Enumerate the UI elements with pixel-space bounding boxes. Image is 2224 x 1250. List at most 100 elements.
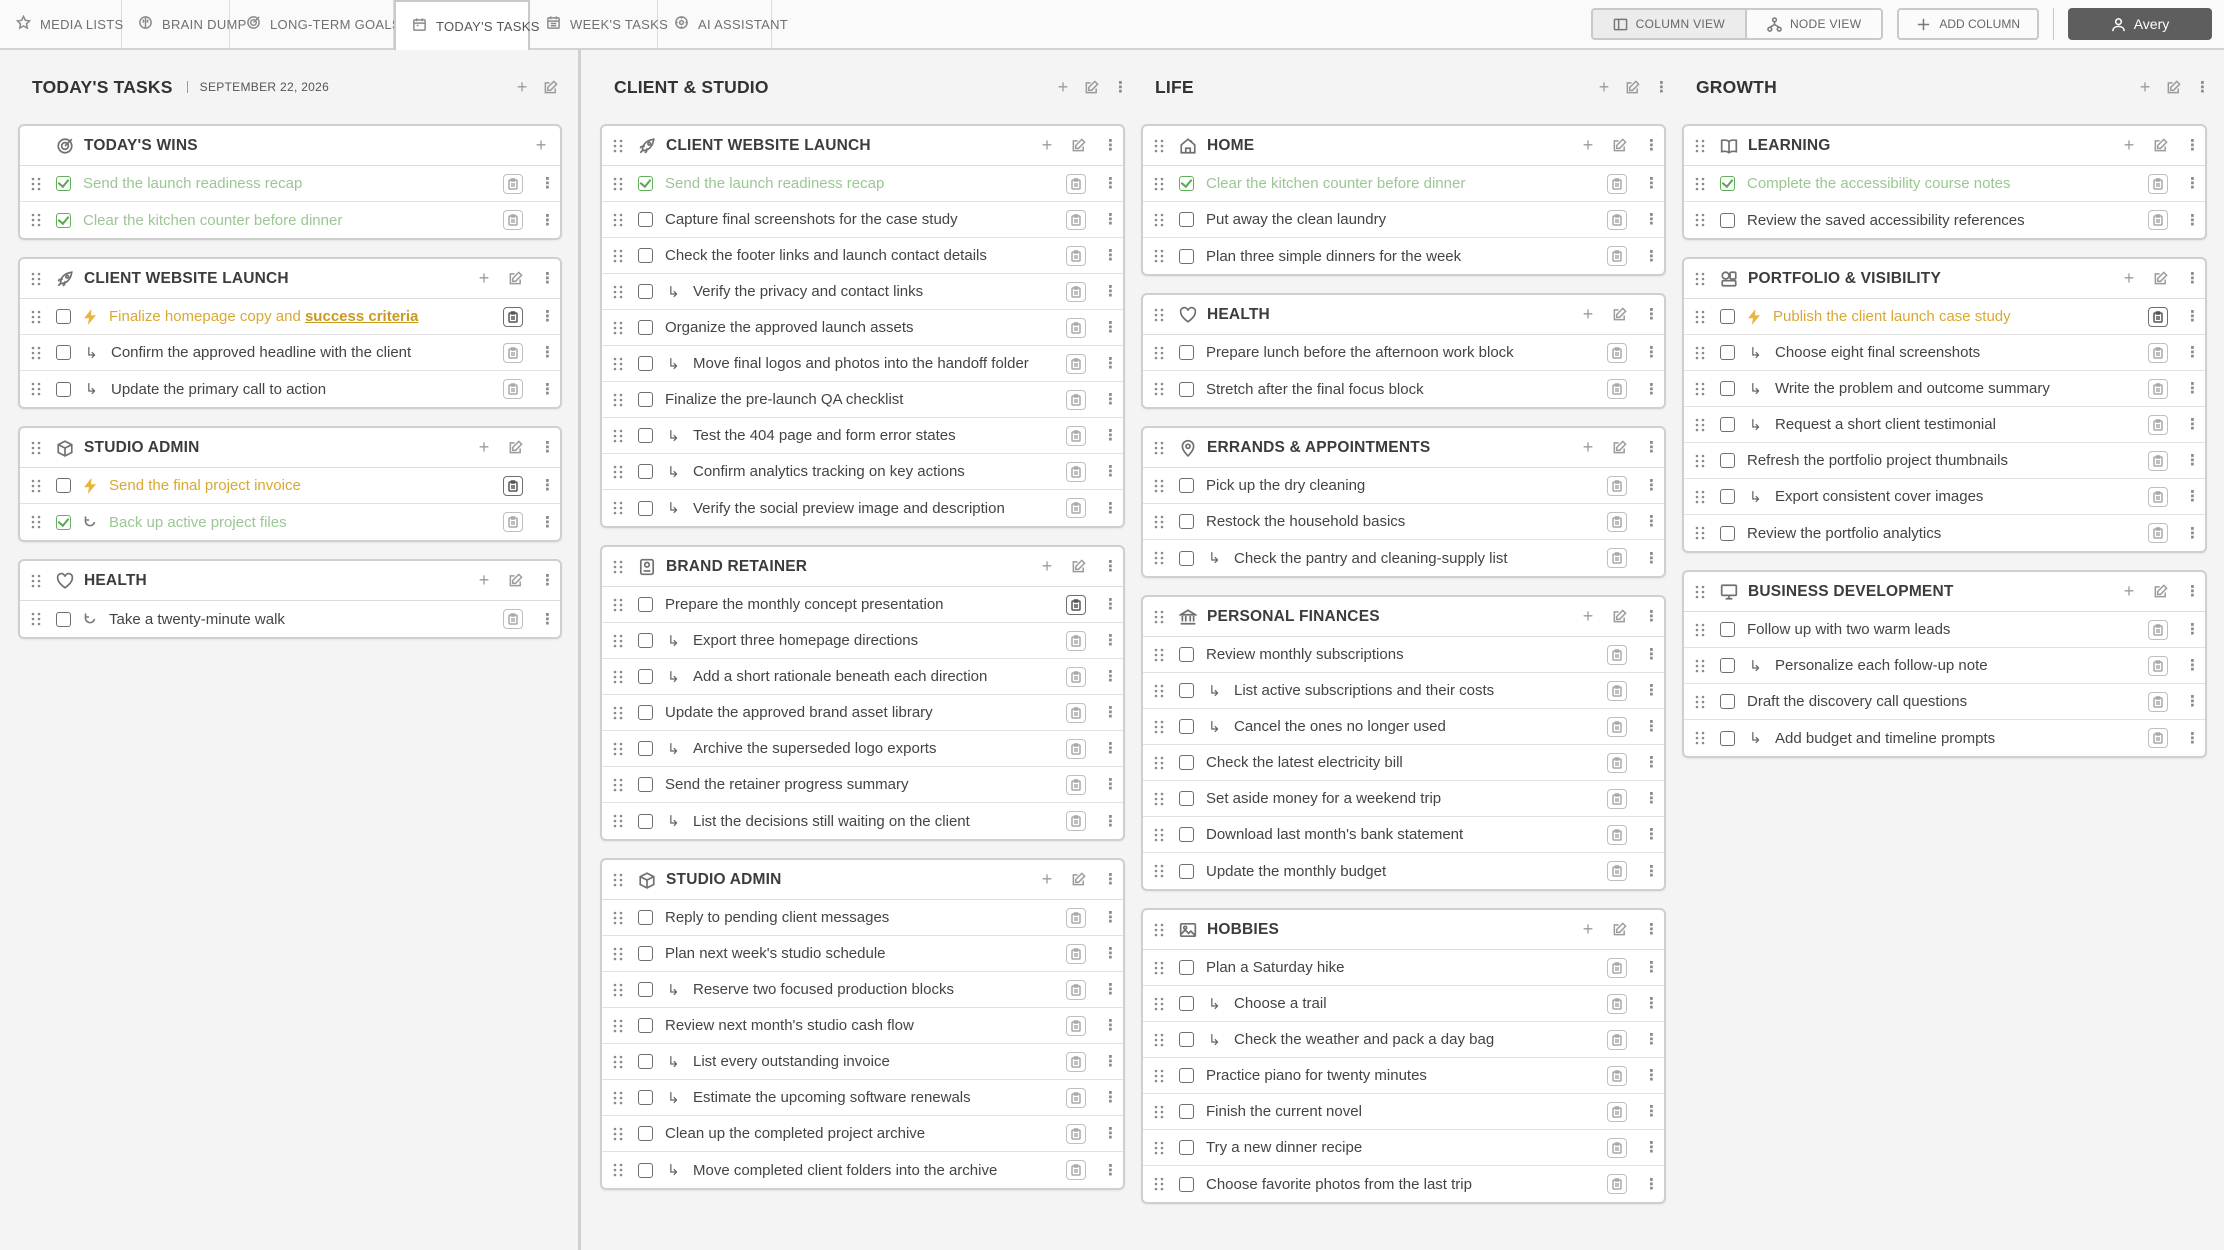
task-checkbox[interactable] xyxy=(638,1090,653,1105)
task-checkbox[interactable] xyxy=(56,212,71,228)
edit-icon[interactable] xyxy=(1071,872,1086,887)
more-options-icon[interactable]: ⋮ xyxy=(1113,80,1128,95)
clipboard-icon[interactable] xyxy=(1066,943,1086,964)
clipboard-icon[interactable] xyxy=(1066,594,1086,615)
task-checkbox[interactable] xyxy=(638,705,653,720)
more-options-icon[interactable]: ⋮ xyxy=(1644,609,1659,624)
clipboard-icon[interactable] xyxy=(2148,414,2168,435)
drag-handle-icon[interactable] xyxy=(612,598,624,612)
more-options-icon[interactable]: ⋮ xyxy=(540,573,555,588)
drag-handle-icon[interactable] xyxy=(1694,695,1706,709)
clipboard-icon[interactable] xyxy=(1066,1087,1086,1108)
task-checkbox[interactable] xyxy=(638,320,653,335)
more-options-icon[interactable]: ⋮ xyxy=(1644,212,1659,227)
more-options-icon[interactable]: ⋮ xyxy=(1644,551,1659,566)
more-options-icon[interactable]: ⋮ xyxy=(1644,755,1659,770)
task-checkbox[interactable] xyxy=(1720,381,1735,396)
task-checkbox[interactable] xyxy=(1179,996,1194,1011)
drag-handle-icon[interactable] xyxy=(1153,610,1165,624)
task-checkbox[interactable] xyxy=(1179,863,1194,879)
clipboard-icon[interactable] xyxy=(1607,1065,1627,1086)
more-options-icon[interactable]: ⋮ xyxy=(1103,1090,1118,1105)
task-checkbox[interactable] xyxy=(1720,658,1735,673)
more-options-icon[interactable]: ⋮ xyxy=(1644,1068,1659,1083)
more-options-icon[interactable]: ⋮ xyxy=(1644,996,1659,1011)
user-menu-button[interactable]: Avery xyxy=(2068,8,2212,40)
more-options-icon[interactable]: ⋮ xyxy=(1103,669,1118,684)
more-options-icon[interactable]: ⋮ xyxy=(2185,584,2200,599)
more-options-icon[interactable]: ⋮ xyxy=(1103,946,1118,961)
drag-handle-icon[interactable] xyxy=(30,346,42,360)
edit-icon[interactable] xyxy=(1612,138,1627,153)
more-options-icon[interactable]: ⋮ xyxy=(1103,559,1118,574)
task-checkbox[interactable] xyxy=(638,212,653,227)
edit-icon[interactable] xyxy=(2166,79,2181,95)
task-text[interactable]: Prepare the monthly concept presentation xyxy=(665,596,1058,613)
drag-handle-icon[interactable] xyxy=(612,814,624,828)
more-options-icon[interactable]: ⋮ xyxy=(1644,440,1659,455)
drag-handle-icon[interactable] xyxy=(30,612,42,626)
more-options-icon[interactable]: ⋮ xyxy=(540,382,555,397)
more-options-icon[interactable]: ⋮ xyxy=(1103,597,1118,612)
clipboard-icon[interactable] xyxy=(1607,993,1627,1014)
task-text[interactable]: Set aside money for a weekend trip xyxy=(1206,790,1599,807)
task-text[interactable]: Send the final project invoice xyxy=(109,477,495,494)
more-options-icon[interactable]: ⋮ xyxy=(540,213,555,228)
more-options-icon[interactable]: ⋮ xyxy=(1103,464,1118,479)
drag-handle-icon[interactable] xyxy=(1153,515,1165,529)
task-checkbox[interactable] xyxy=(1179,550,1194,566)
task-checkbox[interactable] xyxy=(56,478,71,493)
task-checkbox[interactable] xyxy=(1720,212,1735,228)
task-text[interactable]: Draft the discovery call questions xyxy=(1747,693,2140,710)
more-options-icon[interactable]: ⋮ xyxy=(2185,694,2200,709)
task-text[interactable]: Add budget and timeline prompts xyxy=(1775,730,2140,747)
more-options-icon[interactable]: ⋮ xyxy=(1644,307,1659,322)
clipboard-icon[interactable] xyxy=(1066,317,1086,338)
more-options-icon[interactable]: ⋮ xyxy=(1103,741,1118,756)
task-text[interactable]: Refresh the portfolio project thumbnails xyxy=(1747,452,2140,469)
drag-handle-icon[interactable] xyxy=(1694,659,1706,673)
more-options-icon[interactable]: ⋮ xyxy=(1644,345,1659,360)
task-text[interactable]: List every outstanding invoice xyxy=(693,1053,1058,1070)
edit-icon[interactable] xyxy=(2153,271,2168,286)
clipboard-icon[interactable] xyxy=(503,609,523,629)
more-options-icon[interactable]: ⋮ xyxy=(1103,356,1118,371)
add-card-button[interactable]: + xyxy=(2138,78,2152,96)
drag-handle-icon[interactable] xyxy=(612,947,624,961)
task-text[interactable]: Check the footer links and launch contac… xyxy=(665,247,1058,264)
task-checkbox[interactable] xyxy=(1179,381,1194,397)
task-text[interactable]: Take a twenty-minute walk xyxy=(109,611,495,628)
more-options-icon[interactable]: ⋮ xyxy=(2185,417,2200,432)
drag-handle-icon[interactable] xyxy=(612,177,624,191)
clipboard-icon[interactable] xyxy=(1066,738,1086,759)
add-task-button[interactable]: + xyxy=(1581,438,1595,456)
clipboard-icon[interactable] xyxy=(1066,245,1086,266)
clipboard-icon[interactable] xyxy=(1607,788,1627,809)
tab-brain-dump[interactable]: BRAIN DUMP xyxy=(122,0,246,48)
drag-handle-icon[interactable] xyxy=(612,873,624,887)
clipboard-icon[interactable] xyxy=(503,475,523,496)
task-text[interactable]: Restock the household basics xyxy=(1206,513,1599,530)
more-options-icon[interactable]: ⋮ xyxy=(2185,176,2200,191)
more-options-icon[interactable]: ⋮ xyxy=(1103,212,1118,227)
task-text[interactable]: Stretch after the final focus block xyxy=(1206,381,1599,398)
more-options-icon[interactable]: ⋮ xyxy=(1103,814,1118,829)
more-options-icon[interactable]: ⋮ xyxy=(1644,864,1659,879)
clipboard-icon[interactable] xyxy=(1066,1051,1086,1072)
clipboard-icon[interactable] xyxy=(1607,209,1627,230)
task-checkbox[interactable] xyxy=(1179,1176,1194,1192)
edit-icon[interactable] xyxy=(508,440,523,455)
drag-handle-icon[interactable] xyxy=(612,393,624,407)
more-options-icon[interactable]: ⋮ xyxy=(1103,872,1118,887)
task-text[interactable]: Add a short rationale beneath each direc… xyxy=(693,668,1058,685)
task-text[interactable]: Move final logos and photos into the han… xyxy=(693,355,1058,372)
task-checkbox[interactable] xyxy=(638,176,653,191)
clipboard-icon[interactable] xyxy=(503,379,523,399)
task-text[interactable]: Finish the current novel xyxy=(1206,1103,1599,1120)
more-options-icon[interactable]: ⋮ xyxy=(540,478,555,493)
add-task-button[interactable]: + xyxy=(1040,136,1054,154)
drag-handle-icon[interactable] xyxy=(1153,1141,1165,1155)
clipboard-icon[interactable] xyxy=(1607,716,1627,737)
more-options-icon[interactable]: ⋮ xyxy=(1644,1140,1659,1155)
task-checkbox[interactable] xyxy=(638,392,653,407)
